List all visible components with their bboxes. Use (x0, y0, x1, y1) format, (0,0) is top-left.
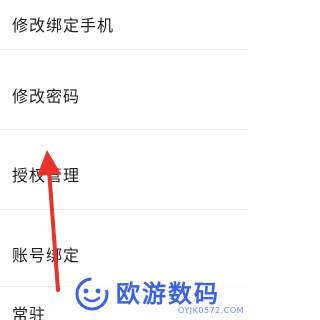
menu-item-label: 修改密码 (12, 87, 81, 106)
watermark-title: 欧游数码 (116, 280, 220, 308)
account-settings-screen: 修改绑定手机 修改密码 授权管理 账号绑定 常驻 欧游数码 OYJK0572.C… (0, 0, 246, 320)
watermark-logo-icon (75, 277, 109, 311)
menu-item-change-password[interactable]: 修改密码 (0, 50, 246, 130)
watermark: 欧游数码 OYJK0572.COM (66, 270, 246, 320)
menu-item-label: 授权管理 (12, 166, 81, 185)
watermark-url: OYJK0572.COM (178, 306, 245, 315)
menu-item-label: 修改绑定手机 (12, 16, 115, 35)
menu-item-change-phone[interactable]: 修改绑定手机 (0, 0, 246, 50)
menu-item-authorization[interactable]: 授权管理 (0, 130, 246, 210)
menu-item-label: 账号绑定 (12, 246, 81, 265)
menu-item-label: 常驻 (12, 305, 47, 320)
